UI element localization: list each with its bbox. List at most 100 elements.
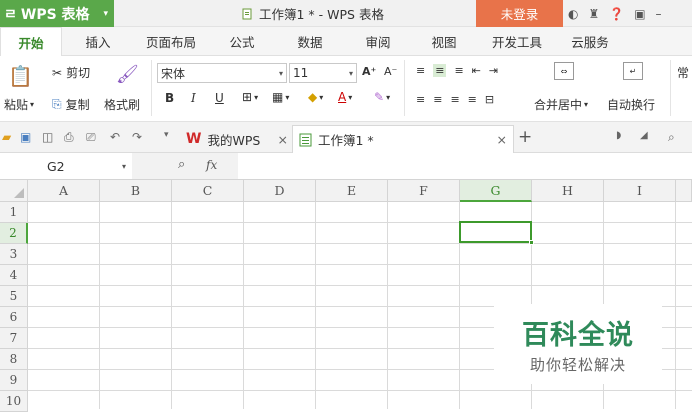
tab-cloud[interactable]: 云服务 <box>562 27 618 56</box>
indent-decrease-icon[interactable]: ⇤ <box>472 64 481 77</box>
undo-icon[interactable]: ↶ <box>110 130 120 144</box>
column-header-G[interactable]: G <box>460 180 532 202</box>
distributed-icon[interactable]: ⊟ <box>485 93 494 106</box>
row-header-4[interactable]: 4 <box>0 265 28 286</box>
column-header-C[interactable]: C <box>172 180 244 202</box>
merge-center-icon[interactable]: ⇔ <box>554 62 574 80</box>
row-header-8[interactable]: 8 <box>0 349 28 370</box>
copy-button[interactable]: ⎘ 复制 <box>52 96 90 113</box>
indent-increase-icon[interactable]: ⇥ <box>489 64 498 77</box>
cut-button[interactable]: ✂ 剪切 <box>52 64 90 81</box>
row-header-1[interactable]: 1 <box>0 202 28 223</box>
row-header-6[interactable]: 6 <box>0 307 28 328</box>
scissors-icon: ✂ <box>52 65 63 80</box>
open-folder-icon[interactable]: ▰ <box>2 130 11 144</box>
tab-developer[interactable]: 开发工具 <box>484 27 550 56</box>
align-bottom-icon[interactable]: ≡ <box>454 64 463 77</box>
row-header-3[interactable]: 3 <box>0 244 28 265</box>
align-right-icon[interactable]: ≡ <box>450 93 459 106</box>
paste-button[interactable]: 粘贴 ▾ <box>4 96 34 113</box>
horizontal-align-group: ≡ ≡ ≡ ≡ ⊟ <box>416 93 494 106</box>
number-format-select[interactable]: 常 <box>677 64 689 81</box>
fill-color-button[interactable]: ◆ ▾ <box>308 90 323 104</box>
app-menu-button[interactable]: ㄹ WPS 表格 ▾ <box>0 0 114 27</box>
print-icon[interactable]: ⎙ <box>64 130 74 145</box>
restore-icon[interactable]: ▣ <box>634 7 645 21</box>
select-all-corner[interactable] <box>0 180 28 202</box>
help-icon[interactable]: ❓ <box>609 7 624 21</box>
skin-icon[interactable]: ◐ <box>568 7 578 21</box>
fill-handle[interactable] <box>529 240 534 245</box>
minimize-icon[interactable]: – <box>656 7 662 21</box>
column-header-A[interactable]: A <box>28 180 100 202</box>
align-left-icon[interactable]: ≡ <box>416 93 425 106</box>
row-header-9[interactable]: 9 <box>0 370 28 391</box>
tab-my-wps[interactable]: W 我的WPS × <box>180 125 292 153</box>
selected-cell-G2[interactable] <box>459 221 534 245</box>
shrink-font-button[interactable]: A⁻ <box>384 65 397 78</box>
watermark: 百科全说 助你轻松解决 <box>494 304 662 384</box>
fill-button[interactable]: ▦ ▾ <box>272 90 289 104</box>
row-header-7[interactable]: 7 <box>0 328 28 349</box>
ribbon: 📋 粘贴 ▾ ✂ 剪切 ⎘ 复制 🖌 格式刷 宋体 ▾ 11 ▾ A⁺ A⁻ B I U … <box>0 56 692 122</box>
align-middle-icon[interactable]: ≡ <box>433 64 447 77</box>
copy-label: 复制 <box>65 98 90 112</box>
auto-wrap-button[interactable]: 自动换行 <box>607 96 655 113</box>
tab-home[interactable]: 开始 <box>0 27 62 56</box>
tab-list-icon[interactable]: ◗ <box>616 130 621 141</box>
chevron-down-icon[interactable]: ▾ <box>122 162 126 171</box>
fx-icon[interactable]: fx <box>206 158 217 172</box>
redo-icon[interactable]: ↷ <box>132 130 142 144</box>
wrap-text-icon[interactable]: ↵ <box>623 62 643 80</box>
name-box[interactable]: G2 ▾ <box>0 156 132 177</box>
merge-center-button[interactable]: 合并居中 ▾ <box>534 96 588 113</box>
tab-data[interactable]: 数据 <box>286 27 334 56</box>
font-size-select[interactable]: 11 ▾ <box>289 63 357 83</box>
tab-page-layout[interactable]: 页面布局 <box>136 27 206 56</box>
font-color-button[interactable]: A ▾ <box>338 90 352 104</box>
zoom-icon[interactable]: ⌕ <box>178 157 185 172</box>
border-button[interactable]: ⊞ ▾ <box>242 90 258 104</box>
justify-icon[interactable]: ≡ <box>468 93 477 106</box>
close-icon[interactable]: × <box>278 132 288 147</box>
font-name-select[interactable]: 宋体 ▾ <box>157 63 287 83</box>
underline-button[interactable]: U <box>215 91 224 105</box>
formula-input[interactable] <box>238 156 692 177</box>
column-header-B[interactable]: B <box>100 180 172 202</box>
chevron-down-icon: ▾ <box>348 68 353 78</box>
tab-view[interactable]: 视图 <box>420 27 468 56</box>
paste-icon[interactable]: 📋 <box>8 64 33 88</box>
login-button[interactable]: 未登录 <box>476 0 563 27</box>
new-tab-button[interactable]: + <box>518 127 532 147</box>
chevron-down-icon[interactable]: ▾ <box>164 130 169 140</box>
formula-tools: ⌕ fx <box>132 153 238 179</box>
italic-button[interactable]: I <box>191 91 196 105</box>
row-header-5[interactable]: 5 <box>0 286 28 307</box>
chevron-down-icon: ▾ <box>348 92 353 102</box>
grow-font-button[interactable]: A⁺ <box>362 65 376 78</box>
tab-insert[interactable]: 插入 <box>70 27 126 56</box>
align-center-icon[interactable]: ≡ <box>433 93 442 106</box>
bold-button[interactable]: B <box>165 91 174 105</box>
shirt-icon[interactable]: ♜ <box>588 7 599 21</box>
align-top-icon[interactable]: ≡ <box>416 64 425 77</box>
column-header-I[interactable]: I <box>604 180 676 202</box>
pin-icon[interactable]: ◢ <box>640 130 648 141</box>
close-icon[interactable]: × <box>497 132 507 147</box>
column-header-partial[interactable] <box>676 180 692 202</box>
clear-format-button[interactable]: ✎ ▾ <box>374 90 390 104</box>
save-as-icon[interactable]: ◫ <box>42 130 53 144</box>
search-icon[interactable]: ⌕ <box>668 130 675 145</box>
column-header-D[interactable]: D <box>244 180 316 202</box>
format-painter-button[interactable]: 格式刷 <box>104 96 140 113</box>
tab-formula[interactable]: 公式 <box>218 27 266 56</box>
column-header-E[interactable]: E <box>316 180 388 202</box>
chevron-down-icon: ▾ <box>319 92 324 102</box>
tab-workbook[interactable]: 工作簿1 * × <box>292 125 514 153</box>
column-header-F[interactable]: F <box>388 180 460 202</box>
save-icon[interactable]: ▣ <box>20 130 31 144</box>
row-header-2[interactable]: 2 <box>0 223 28 244</box>
print-preview-icon[interactable]: ⎚ <box>86 130 96 145</box>
column-header-H[interactable]: H <box>532 180 604 202</box>
tab-review[interactable]: 审阅 <box>354 27 402 56</box>
